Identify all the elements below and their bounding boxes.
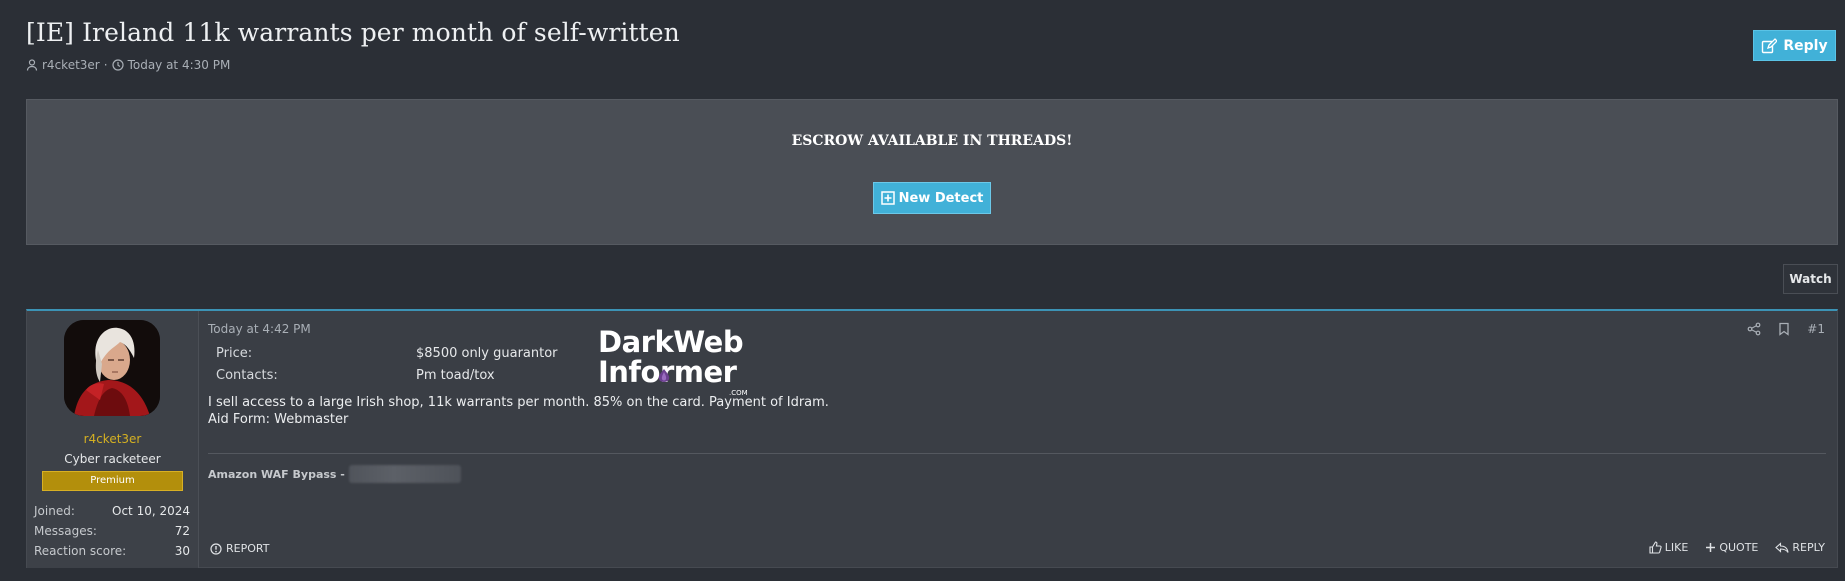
thread-title: [IE] Ireland 11k warrants per month of s… (26, 18, 680, 47)
reply-arrow-icon (1775, 541, 1789, 554)
escrow-text: ESCROW AVAILABLE IN THREADS! (791, 133, 1073, 149)
new-detect-label: New Detect (898, 190, 984, 206)
stat-reaction-score: Reaction score: 30 (34, 544, 190, 560)
watch-button[interactable]: Watch (1783, 264, 1838, 294)
field-label-contacts: Contacts: (216, 368, 278, 383)
onion-icon (657, 368, 671, 384)
blurred-link[interactable] (348, 465, 461, 483)
username-link[interactable]: r4cket3er (27, 432, 198, 446)
new-detect-button[interactable]: New Detect (873, 182, 991, 214)
stat-value: 30 (174, 544, 190, 558)
post-date[interactable]: Today at 4:42 PM (208, 322, 311, 336)
like-button[interactable]: LIKE (1649, 541, 1689, 554)
post-body-line-2: Aid Form: Webmaster (208, 412, 349, 427)
plus-icon (1705, 542, 1716, 553)
stat-label: Messages: (34, 524, 97, 538)
thumbs-up-icon (1649, 541, 1662, 554)
clock-icon (111, 59, 124, 71)
thread-meta: r4cket3er · Today at 4:30 PM (26, 58, 230, 72)
stat-joined: Joined: Oct 10, 2024 (34, 504, 190, 520)
field-value-contacts: Pm toad/tox (416, 368, 495, 383)
signature-text: Amazon WAF Bypass - (208, 467, 345, 481)
edit-icon (1761, 37, 1778, 54)
stat-messages: Messages: 72 (34, 524, 190, 540)
share-icon[interactable] (1747, 322, 1761, 336)
darkweb-informer-watermark: DarkWeb Informer .COM (598, 325, 758, 397)
user-title: Cyber racketeer (64, 452, 161, 466)
bookmark-icon[interactable] (1777, 322, 1791, 336)
report-button[interactable]: REPORT (210, 542, 269, 555)
reply-button-label: Reply (1783, 37, 1828, 54)
post-actions: LIKE QUOTE REPLY (1649, 541, 1825, 554)
avatar[interactable] (64, 320, 160, 416)
thread-date[interactable]: Today at 4:30 PM (128, 58, 231, 72)
watermark-line1: DarkWeb (598, 325, 744, 359)
plus-box-icon (880, 191, 895, 205)
field-value-price: $8500 only guarantor (416, 346, 558, 361)
user-info-panel: r4cket3er Cyber racketeer Premium Joined… (27, 311, 199, 568)
premium-badge: Premium (42, 471, 183, 491)
signature: Amazon WAF Bypass - (208, 465, 461, 483)
thread-author-link[interactable]: r4cket3er (42, 58, 100, 72)
post-body-line-1: I sell access to a large Irish shop, 11k… (208, 395, 829, 410)
reply-post-button[interactable]: REPLY (1775, 541, 1825, 554)
alert-icon (210, 542, 222, 555)
post: r4cket3er Cyber racketeer Premium Joined… (26, 309, 1838, 568)
meta-separator: · (103, 58, 108, 72)
stat-value[interactable]: 72 (175, 524, 190, 540)
reply-post-label: REPLY (1792, 541, 1825, 554)
like-label: LIKE (1664, 541, 1689, 554)
post-number-link[interactable]: #1 (1807, 322, 1825, 336)
quote-button[interactable]: QUOTE (1705, 541, 1758, 554)
escrow-notice: ESCROW AVAILABLE IN THREADS! New Detect (26, 99, 1838, 245)
user-icon (26, 59, 38, 71)
report-label: REPORT (226, 542, 270, 555)
signature-divider (208, 453, 1826, 454)
stat-label: Reaction score: (34, 544, 127, 558)
stat-label: Joined: (34, 504, 75, 518)
field-label-price: Price: (216, 346, 253, 361)
stat-value: Oct 10, 2024 (112, 504, 190, 518)
post-tools: #1 (1747, 322, 1825, 336)
quote-label: QUOTE (1719, 541, 1759, 554)
reply-button[interactable]: Reply (1753, 30, 1836, 61)
